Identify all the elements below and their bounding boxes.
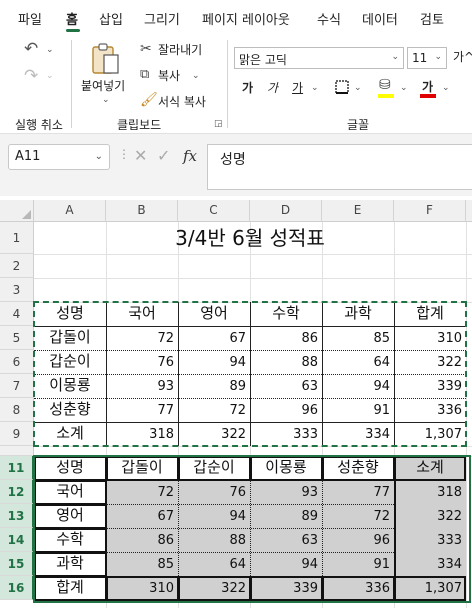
- row-header-7[interactable]: 7: [0, 374, 34, 398]
- paint-bucket-icon: ⛁: [379, 77, 391, 93]
- more-options-icon[interactable]: ⋮: [118, 148, 130, 160]
- group-divider: [71, 40, 72, 128]
- row-header-13[interactable]: 13: [0, 504, 34, 528]
- tab-home[interactable]: 홈: [66, 9, 78, 28]
- fill-color-button[interactable]: ⛁: [378, 78, 396, 98]
- format-painter-button[interactable]: 서식 복사: [158, 96, 206, 108]
- copy-marquee: [33, 301, 467, 447]
- undo-dropdown-icon[interactable]: ⌄: [46, 46, 54, 55]
- grow-font-button[interactable]: 가^: [453, 51, 472, 63]
- tab-page-layout[interactable]: 페이지 레이아웃: [202, 9, 290, 28]
- column-header-d[interactable]: D: [250, 200, 322, 222]
- row-header-11[interactable]: 11: [0, 456, 34, 480]
- row-header-3[interactable]: 3: [0, 278, 34, 302]
- tab-formulas[interactable]: 수식: [317, 9, 341, 28]
- column-header-a[interactable]: A: [34, 200, 106, 222]
- dialog-launcher-icon[interactable]: ◲: [214, 120, 223, 129]
- copy-button[interactable]: 복사: [158, 70, 180, 82]
- formula-input[interactable]: 성명: [207, 144, 472, 190]
- row-header-10[interactable]: [0, 446, 34, 456]
- selection-range: [33, 455, 471, 603]
- column-header-e[interactable]: E: [322, 200, 394, 222]
- row-header-8[interactable]: 8: [0, 398, 34, 422]
- column-header-c[interactable]: C: [178, 200, 250, 222]
- tab-draw[interactable]: 그리기: [144, 9, 180, 28]
- cut-button[interactable]: 잘라내기: [158, 44, 202, 56]
- paste-label: 붙여넣기: [81, 79, 126, 93]
- paste-icon: [92, 43, 119, 74]
- copy-icon: ⧉: [140, 67, 150, 82]
- sheet-title[interactable]: 3/4반 6월 성적표: [34, 222, 466, 254]
- borders-button[interactable]: [334, 79, 350, 95]
- row-header-12[interactable]: 12: [0, 480, 34, 504]
- select-all-button[interactable]: [0, 200, 34, 222]
- row-header-14[interactable]: 14: [0, 528, 34, 552]
- row-header-9[interactable]: 9: [0, 422, 34, 446]
- italic-button[interactable]: 가: [267, 82, 278, 94]
- ribbon-tab-bar: 파일 홈 삽입 그리기 페이지 레이아웃 수식 데이터 검토: [0, 0, 472, 34]
- font-size-value: 11: [412, 51, 428, 65]
- redo-dropdown-icon[interactable]: ⌄: [46, 72, 54, 81]
- undo-icon[interactable]: ↶: [24, 41, 38, 58]
- underline-button[interactable]: 가: [292, 82, 303, 94]
- font-group-label: 글꼴: [347, 118, 370, 132]
- row-header-1[interactable]: 1: [0, 222, 34, 254]
- redo-icon[interactable]: ↷: [24, 68, 38, 85]
- column-header-b[interactable]: B: [106, 200, 178, 222]
- row-header-5[interactable]: 5: [0, 326, 34, 350]
- font-name-select[interactable]: 맑은 고딕 ⌄: [234, 47, 404, 69]
- insert-function-button[interactable]: fx: [183, 147, 197, 165]
- bold-button[interactable]: 가: [242, 82, 253, 94]
- font-color-label: 가: [422, 80, 434, 94]
- chevron-down-icon: ⌄: [434, 52, 442, 62]
- underline-dropdown-icon[interactable]: ⌄: [311, 84, 319, 93]
- fill-color-dropdown-icon[interactable]: ⌄: [400, 84, 408, 93]
- font-color-bar: [420, 94, 436, 98]
- font-size-select[interactable]: 11 ⌄: [407, 47, 447, 69]
- ribbon: ↶ ⌄ ↷ ⌄ 실행 취소 붙여넣기 ⌄ ✂ 잘라내기 ⧉ 복사 ⌄ 🖌 서식 …: [0, 34, 472, 134]
- scissors-icon: ✂: [140, 41, 152, 57]
- clipboard-group-label: 클립보드: [117, 118, 162, 132]
- undo-group-label: 실행 취소: [15, 118, 63, 132]
- row-header-4[interactable]: 4: [0, 302, 34, 326]
- paste-button[interactable]: 붙여넣기 ⌄: [78, 38, 132, 110]
- enter-icon[interactable]: ✓: [157, 148, 170, 164]
- chevron-down-icon: ⌄: [94, 151, 103, 162]
- tab-insert[interactable]: 삽입: [99, 9, 123, 28]
- tab-review[interactable]: 검토: [420, 9, 444, 28]
- fill-color-bar: [378, 94, 394, 98]
- font-name-value: 맑은 고딕: [239, 53, 287, 67]
- row-header-16[interactable]: 16: [0, 576, 34, 600]
- spreadsheet-grid[interactable]: A B C D E F 1 2 3 4 5 6 7 8 9 11 12 13 1…: [0, 196, 472, 608]
- row-header-2[interactable]: 2: [0, 254, 34, 278]
- group-divider: [227, 40, 228, 128]
- column-header-f[interactable]: F: [394, 200, 466, 222]
- column-header-g[interactable]: [466, 200, 472, 222]
- format-painter-icon: 🖌: [140, 92, 158, 108]
- copy-dropdown-icon[interactable]: ⌄: [192, 72, 200, 81]
- name-box[interactable]: A11 ⌄: [8, 144, 110, 170]
- gridline: [34, 254, 472, 255]
- name-box-value: A11: [15, 149, 41, 164]
- paste-dropdown-icon: ⌄: [102, 95, 110, 105]
- tab-data[interactable]: 데이터: [362, 9, 398, 28]
- tab-file[interactable]: 파일: [18, 9, 42, 28]
- cancel-icon[interactable]: ✕: [134, 148, 147, 164]
- chevron-down-icon: ⌄: [391, 52, 399, 62]
- row-header-15[interactable]: 15: [0, 552, 34, 576]
- formula-bar: A11 ⌄ ⋮ ✕ ✓ fx 성명: [0, 134, 472, 196]
- border-icon: [335, 80, 349, 94]
- font-color-button[interactable]: 가: [420, 78, 438, 98]
- active-tab-indicator: [66, 29, 80, 32]
- font-color-dropdown-icon[interactable]: ⌄: [442, 84, 450, 93]
- borders-dropdown-icon[interactable]: ⌄: [354, 84, 362, 93]
- row-header-6[interactable]: 6: [0, 350, 34, 374]
- gridline: [34, 278, 472, 279]
